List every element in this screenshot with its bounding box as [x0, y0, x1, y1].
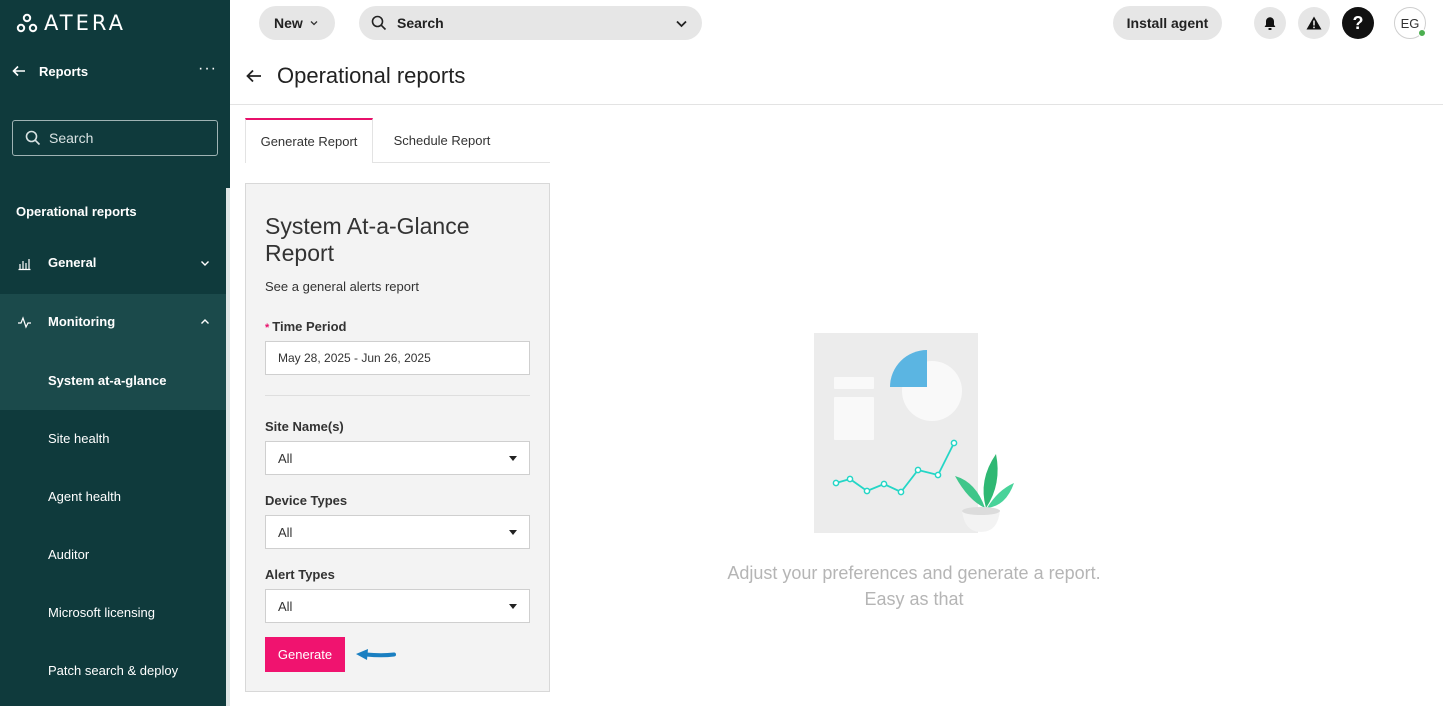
brand-logo[interactable]: ATERA	[16, 11, 126, 35]
sidebar-header: Reports ···	[0, 58, 230, 86]
sidebar-item-label: System at-a-glance	[48, 373, 167, 388]
device-types-select[interactable]: All	[265, 515, 530, 549]
back-arrow-icon[interactable]	[10, 62, 28, 80]
device-types-label: Device Types	[265, 493, 348, 508]
sidebar-title: Reports	[39, 64, 89, 79]
site-names-value: All	[278, 451, 293, 466]
required-marker: *	[265, 322, 270, 334]
sidebar-group-label: General	[48, 255, 97, 270]
report-form-card: System At-a-Glance Report See a general …	[245, 183, 550, 692]
chevron-up-icon	[201, 319, 209, 324]
page-header: Operational reports	[230, 46, 1443, 105]
avatar-initials: EG	[1400, 15, 1420, 31]
time-period-field[interactable]: May 28, 2025 - Jun 26, 2025	[265, 341, 530, 375]
bell-icon	[1264, 16, 1276, 30]
user-avatar[interactable]: EG	[1394, 7, 1426, 39]
sidebar-group-label: Monitoring	[48, 314, 116, 329]
search-icon	[25, 130, 41, 146]
sidebar-item-label: Agent health	[48, 489, 122, 504]
sidebar-item-site-health[interactable]: Site health	[0, 410, 226, 468]
install-agent-button[interactable]: Install agent	[1113, 6, 1222, 40]
caret-down-icon	[509, 530, 517, 535]
alert-types-select[interactable]: All	[265, 589, 530, 623]
sidebar-item-label: Auditor	[48, 547, 90, 562]
sidebar-group-general[interactable]: General	[0, 235, 226, 293]
tab-label: Schedule Report	[393, 133, 491, 148]
tab-generate-report[interactable]: Generate Report	[245, 118, 373, 163]
annotation-arrow-icon	[356, 649, 396, 660]
sidebar-item-patch-search-deploy[interactable]: Patch search & deploy	[0, 642, 226, 700]
report-tabs: Generate Report Schedule Report	[245, 118, 550, 163]
tab-label: Generate Report	[260, 134, 358, 149]
report-illustration-icon	[814, 333, 1014, 533]
sidebar-item-microsoft-licensing[interactable]: Microsoft licensing	[0, 584, 226, 642]
notifications-button[interactable]	[1254, 7, 1286, 39]
brand-name: ATERA	[44, 11, 126, 35]
time-period-label-text: Time Period	[272, 319, 347, 334]
warning-icon	[1306, 16, 1322, 30]
sidebar-section-title: Operational reports	[16, 204, 137, 219]
chevron-down-icon	[201, 261, 209, 266]
top-bar: New Search Install agent ? EG	[230, 0, 1443, 46]
tab-schedule-report[interactable]: Schedule Report	[373, 118, 511, 163]
sidebar-item-label: Microsoft licensing	[48, 605, 155, 620]
empty-state-line-2: Easy as that	[864, 589, 964, 609]
sidebar-item-agent-health[interactable]: Agent health	[0, 468, 226, 526]
new-button[interactable]: New	[259, 6, 335, 40]
report-subtitle: See a general alerts report	[265, 279, 419, 294]
alerts-button[interactable]	[1298, 7, 1330, 39]
time-period-label: * Time Period	[265, 319, 346, 334]
sidebar-group-monitoring[interactable]: Monitoring	[0, 294, 226, 352]
empty-state-message: Adjust your preferences and generate a r…	[700, 560, 1128, 612]
global-search[interactable]: Search	[359, 6, 702, 40]
atera-logo-icon	[16, 13, 38, 33]
sidebar-item-auditor[interactable]: Auditor	[0, 526, 226, 584]
help-button[interactable]: ?	[1342, 7, 1374, 39]
report-title: System At-a-Glance Report	[265, 213, 470, 266]
search-icon	[371, 15, 387, 31]
new-button-label: New	[274, 15, 303, 31]
caret-down-icon	[509, 604, 517, 609]
page-title: Operational reports	[277, 63, 466, 88]
site-names-label: Site Name(s)	[265, 419, 344, 434]
empty-state-line-1: Adjust your preferences and generate a r…	[727, 563, 1101, 583]
sidebar-item-label: Patch search & deploy	[48, 663, 179, 678]
sidebar-search-input[interactable]: Search	[12, 120, 218, 156]
global-search-label: Search	[397, 15, 444, 31]
help-icon: ?	[1352, 12, 1364, 33]
chevron-down-icon	[310, 21, 318, 26]
sidebar: ATERA Reports ··· Search Operational rep…	[0, 0, 230, 706]
bar-chart-icon	[18, 259, 31, 271]
sidebar-scrollbar[interactable]	[226, 188, 230, 706]
form-divider	[265, 395, 530, 396]
alert-types-label: Alert Types	[265, 567, 335, 582]
install-agent-label: Install agent	[1126, 15, 1209, 31]
time-period-value: May 28, 2025 - Jun 26, 2025	[278, 351, 431, 365]
online-status-indicator	[1418, 29, 1426, 37]
site-names-select[interactable]: All	[265, 441, 530, 475]
back-arrow-icon[interactable]	[244, 66, 264, 86]
device-types-value: All	[278, 525, 293, 540]
caret-down-icon	[509, 456, 517, 461]
generate-button[interactable]: Generate	[265, 637, 345, 672]
chevron-down-icon[interactable]	[675, 17, 688, 30]
sidebar-search-placeholder: Search	[49, 130, 94, 146]
alert-types-value: All	[278, 599, 293, 614]
sidebar-item-label: Site health	[48, 431, 110, 446]
pulse-icon	[18, 316, 31, 329]
sidebar-item-system-at-a-glance[interactable]: System at-a-glance	[0, 352, 226, 410]
more-options-icon[interactable]: ···	[198, 60, 217, 78]
